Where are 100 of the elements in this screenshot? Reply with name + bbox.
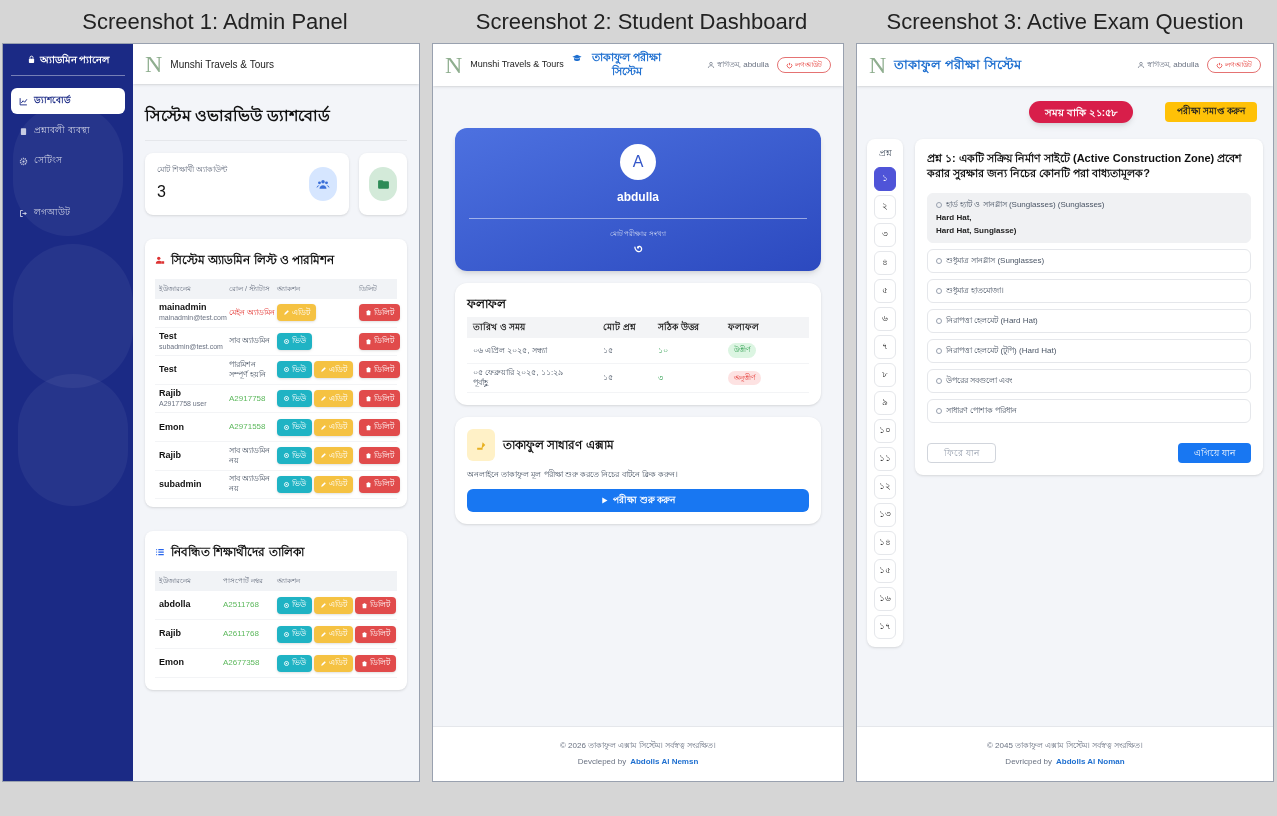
stat-value: ৩ — [634, 241, 642, 255]
question-number-button[interactable]: ১৪ — [874, 530, 896, 555]
option-text: সাধারণ পোশাক পরিধান — [946, 406, 1018, 417]
eye-icon — [283, 601, 290, 609]
passport-number: A2511768 — [223, 599, 260, 612]
question-number-button[interactable]: ১৩ — [874, 502, 896, 527]
question-number-button[interactable]: ২ — [874, 194, 896, 219]
card-title: ফলাফল — [467, 296, 508, 313]
developer-credit-text: Devricped by — [1005, 756, 1053, 768]
eye-icon — [283, 395, 290, 403]
logo: N — [445, 53, 463, 77]
pencil-icon — [320, 659, 327, 667]
delete-button[interactable]: ডিলিট — [355, 625, 396, 643]
username: mainadmin — [159, 302, 208, 314]
option-text: উপরের সবগুলো এবং — [946, 376, 1013, 387]
answer-option[interactable]: শুধুমাত্র হাতমোজা। — [927, 279, 1251, 304]
username: abdolla — [159, 598, 192, 612]
timer-badge: সময় বাকি ২১:৫৮ — [1029, 101, 1133, 123]
delete-button[interactable]: ডিলিট — [359, 475, 400, 493]
start-exam-button[interactable]: পরীক্ষা শুরু করুন — [467, 489, 809, 512]
question-number-button[interactable]: ৯ — [874, 390, 896, 415]
welcome-text: স্বাগতম, abdulla — [716, 59, 769, 71]
question-number-button[interactable]: ১৬ — [874, 586, 896, 611]
question-number-button[interactable]: ১১ — [874, 446, 896, 471]
option-text: নিরাপত্তা হেলমেট (Hard Hat) — [946, 316, 1038, 327]
view-button[interactable]: ভিউ — [277, 390, 312, 408]
finish-exam-button[interactable]: পরীক্ষা সমাপ্ত করুন — [1165, 102, 1257, 122]
delete-button[interactable]: ডিলিট — [359, 390, 400, 408]
previous-button[interactable]: ফিরে যান — [927, 443, 996, 464]
delete-button[interactable]: ডিলিট — [359, 361, 400, 379]
pencil-icon — [320, 452, 327, 460]
question-number-button[interactable]: ৫ — [874, 278, 896, 303]
eye-icon — [283, 480, 290, 488]
screenshot-title: Screenshot 3: Active Exam Question — [886, 8, 1244, 36]
option-text: Hard Hat, Sunglasse) — [936, 226, 1018, 237]
question-number-button[interactable]: ৬ — [874, 306, 896, 331]
view-button[interactable]: ভিউ — [277, 361, 312, 379]
sidebar-item[interactable]: ড্যাশবোর্ড — [11, 88, 125, 114]
table-cell-text: ১৫ — [603, 344, 614, 357]
column-header: তারিখ ও সময় — [473, 320, 527, 334]
eye-icon — [283, 366, 290, 374]
question-number-button[interactable]: ৮ — [874, 362, 896, 387]
sidebar-item[interactable]: সেটিংস — [11, 148, 125, 174]
delete-button[interactable]: ডিলিট — [359, 447, 400, 465]
copyright-text: © 2045 তাকাফুল এক্সাম সিস্টেম। সর্বস্বত্ব সংরক্ষিত। — [987, 740, 1143, 752]
next-button[interactable]: এগিয়ে যান — [1178, 443, 1251, 464]
sidebar-item[interactable]: লগআউট — [11, 200, 125, 226]
view-button[interactable]: ভিউ — [277, 654, 312, 672]
question-number-button[interactable]: ১৭ — [874, 614, 896, 639]
option-text: হার্ড হ্যাট ও সানগ্লাস (Sunglasses) (Sunglasses) — [946, 200, 1105, 211]
option-text: শুধুমাত্র সানগ্লাস (Sunglasses) — [946, 256, 1045, 267]
table-cell-text: ১৫ — [603, 372, 614, 384]
question-number-button[interactable]: ১৫ — [874, 558, 896, 583]
welcome-text: স্বাগতম, abdulla — [1146, 59, 1199, 71]
eye-icon — [283, 337, 290, 345]
answer-option[interactable]: হার্ড হ্যাট ও সানগ্লাস (Sunglasses) (Sunglasses) Hard Hat, Hard Hat, Sunglasse) — [927, 193, 1251, 244]
delete-button[interactable]: ডিলিট — [359, 332, 400, 350]
answer-option[interactable]: উপরের সবগুলো এবং — [927, 369, 1251, 394]
question-number-button[interactable]: ১২ — [874, 474, 896, 499]
answer-option[interactable]: নিরাপত্তা হেলমেট (Hard Hat) — [927, 309, 1251, 334]
delete-button[interactable]: ডিলিট — [359, 304, 400, 322]
logo: N — [145, 52, 163, 76]
stat-label: মোট শিক্ষার্থী অ্যাকাউন্ট — [157, 164, 228, 176]
answer-option[interactable]: নিরাপত্তা হেলমেট (টুপি) (Hard Hat) — [927, 339, 1251, 364]
username: Rajib — [159, 627, 182, 641]
username: Test — [159, 330, 178, 342]
date-text: ০৬ এপ্রিল ২০২৫, সন্ধ্যা — [473, 345, 548, 356]
question-number-button[interactable]: ১ — [874, 166, 896, 191]
question-number-button[interactable]: ৪ — [874, 250, 896, 275]
delete-button[interactable]: ডিলিট — [355, 654, 396, 672]
column-header: ফলাফল — [728, 320, 760, 334]
folder-icon — [376, 177, 390, 191]
view-button[interactable]: ভিউ — [277, 332, 312, 350]
question-number-button[interactable]: ১০ — [874, 418, 896, 443]
brand-name: Munshi Travels & Tours — [170, 57, 275, 72]
chart-icon — [19, 96, 28, 106]
username: Emon — [159, 421, 185, 433]
trash-icon — [365, 366, 372, 374]
nav-label: প্রশ্ন — [878, 147, 892, 160]
view-button[interactable]: ভিউ — [277, 418, 312, 436]
delete-button[interactable]: ডিলিট — [355, 596, 396, 614]
view-button[interactable]: ভিউ — [277, 475, 312, 493]
question-number-button[interactable]: ৭ — [874, 334, 896, 359]
trash-icon — [365, 480, 372, 488]
list-icon — [155, 547, 165, 558]
role-text: সাব অ্যাডমিন — [229, 336, 272, 347]
answer-option[interactable]: শুধুমাত্র সানগ্লাস (Sunglasses) — [927, 249, 1251, 274]
question-number-button[interactable]: ৩ — [874, 222, 896, 247]
card-title: তাকাফুল সাধারণ এক্সাম — [503, 437, 614, 454]
copyright-text: © 2026 তাকাফুল এক্সাম সিস্টেম। সর্বস্বত্ব সংরক্ষিত। — [560, 740, 716, 752]
power-icon — [1216, 61, 1223, 69]
answer-option[interactable]: সাধারণ পোশাক পরিধান — [927, 399, 1251, 424]
sidebar-item[interactable]: প্রশ্নাবলী ব্যবস্থা — [11, 118, 125, 144]
view-button[interactable]: ভিউ — [277, 596, 312, 614]
delete-button[interactable]: ডিলিট — [359, 418, 400, 436]
view-button[interactable]: ভিউ — [277, 625, 312, 643]
view-button[interactable]: ভিউ — [277, 447, 312, 465]
username: subadmin — [159, 478, 203, 490]
passport-number: A2917758 — [229, 393, 267, 404]
role-text: সাব অ্যাডমিন নয় — [229, 445, 272, 466]
